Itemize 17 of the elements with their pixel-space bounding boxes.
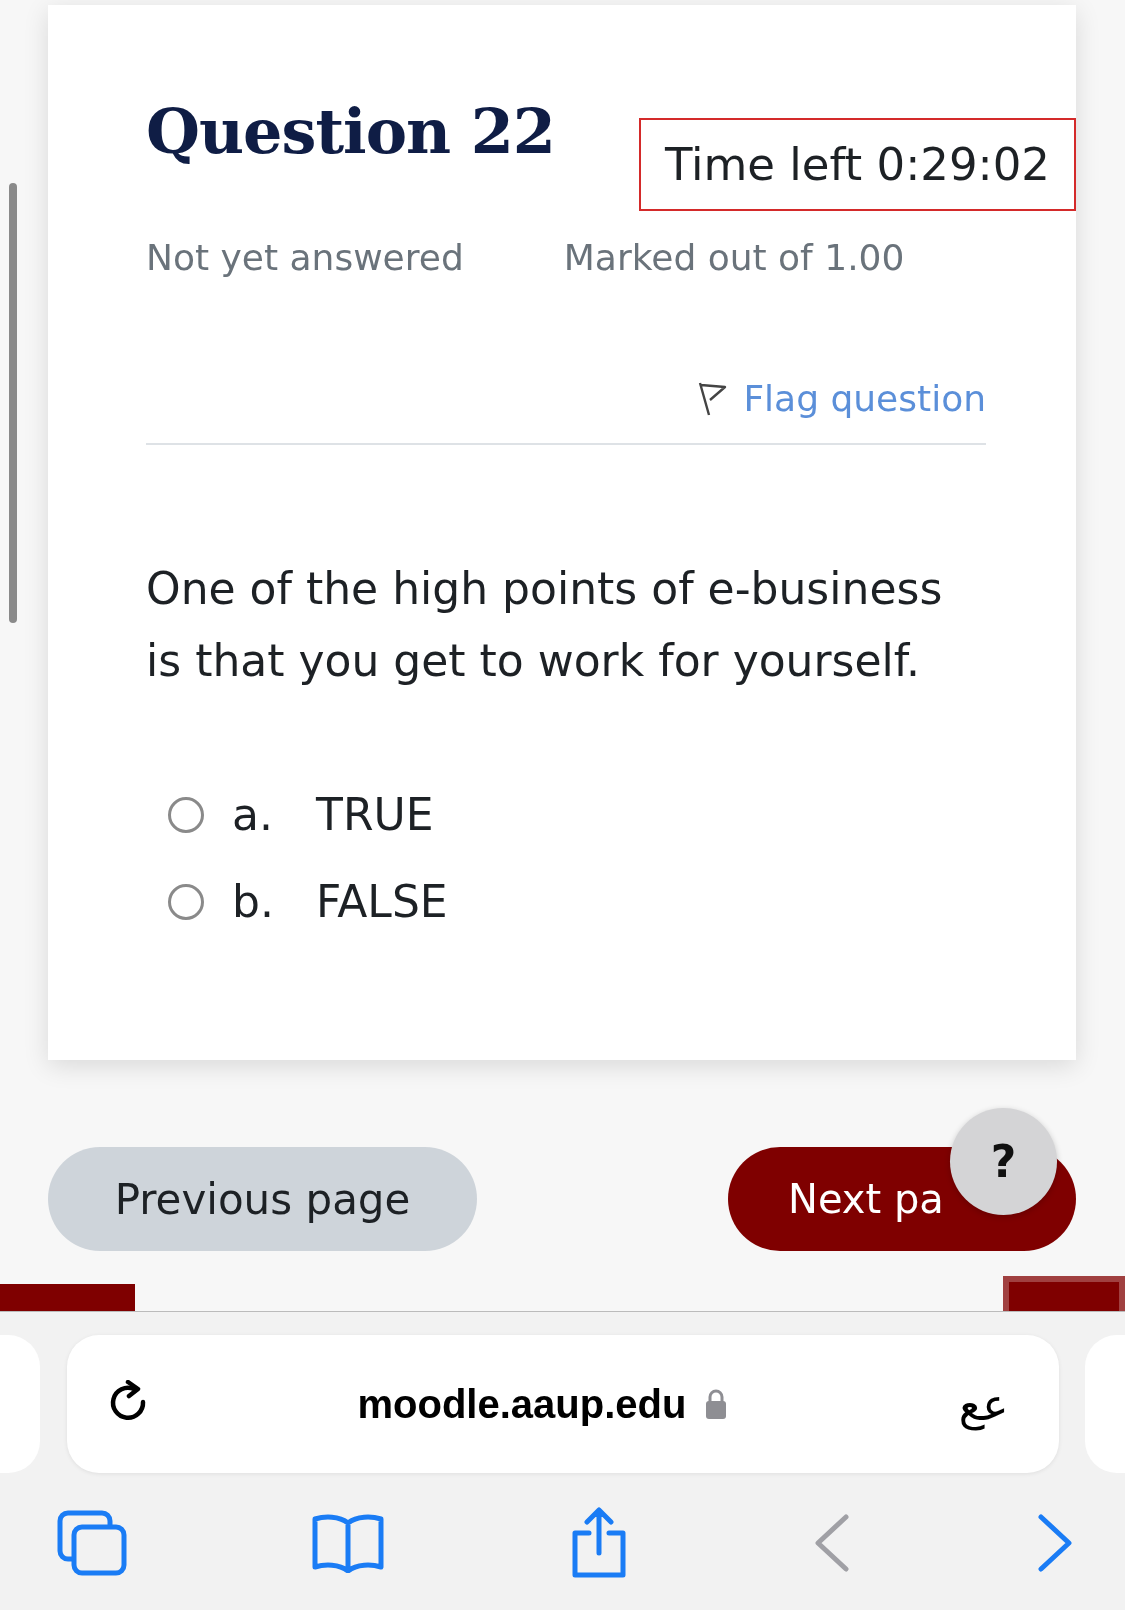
timer: Time left 0:29:02 (638, 118, 1076, 211)
question-marks: Marked out of 1.00 (563, 237, 905, 278)
tabs-icon[interactable] (56, 1509, 128, 1577)
previous-page-button[interactable]: Previous page (48, 1147, 477, 1251)
reader-button[interactable]: عع (958, 1378, 1009, 1430)
answer-option[interactable]: b. FALSE (168, 876, 1076, 927)
question-text: One of the high points of e-business is that you get to work for yourself. (146, 562, 944, 688)
question-status: Not yet answered (146, 237, 464, 278)
radio-button[interactable] (168, 883, 204, 920)
flag-icon (697, 380, 728, 417)
question-title: Question 22 (146, 95, 555, 170)
bookmarks-icon[interactable] (311, 1513, 386, 1573)
url-text: moodle.aaup.edu (357, 1381, 687, 1427)
radio-button[interactable] (168, 796, 204, 833)
lock-icon (704, 1388, 729, 1420)
answer-option[interactable]: a. TRUE (168, 789, 1076, 840)
forward-icon[interactable] (1035, 1513, 1075, 1573)
